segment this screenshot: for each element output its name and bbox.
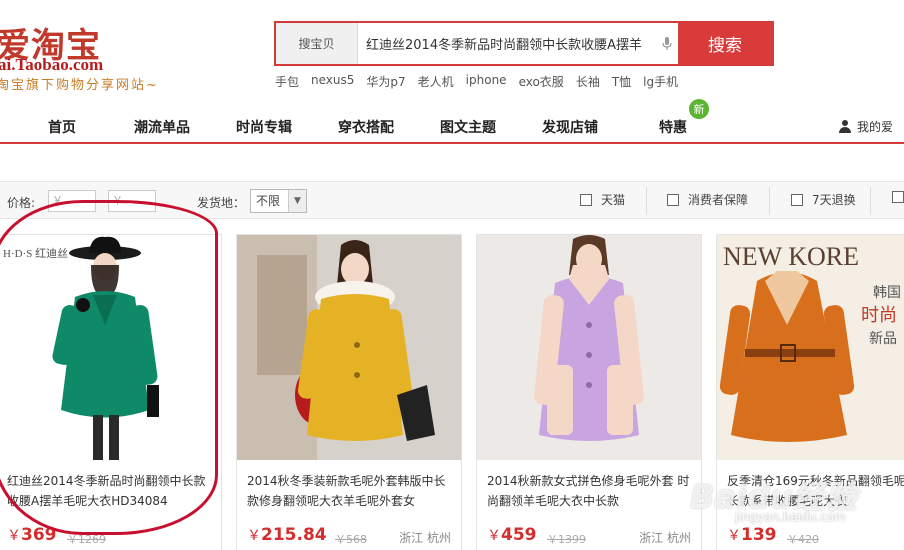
filter-bar: 价格: ￥ - ￥ 发货地： 不限 ▼ 天猫 消费者保障 7天退换 [0,181,904,219]
price-min-input[interactable]: ￥ [48,190,96,212]
main-nav: 首页 潮流单品 时尚专辑 穿衣搭配 图文主题 发现店铺 特惠 [0,108,904,144]
product-image[interactable] [477,235,701,460]
chevron-down-icon: ▼ [288,190,306,212]
filter-tmall-label: 天猫 [601,193,626,207]
hot-tag[interactable]: 长袖 [576,73,600,90]
logo-url: ai.Taobao.com [0,55,104,74]
origin-select-value: 不限 [256,194,281,208]
new-badge: 新 [689,99,709,119]
hot-tag[interactable]: exo衣服 [519,73,564,90]
nav-trend-items[interactable]: 潮流单品 [134,117,190,137]
search-scope-tab[interactable]: 搜宝贝 [276,23,358,64]
nav-home[interactable]: 首页 [48,117,76,137]
product-image[interactable]: H·D·S 红迪丝 [0,235,221,460]
filter-7day-return-label: 7天退换 [812,193,856,207]
banner-side-text: 时尚 [861,305,897,326]
product-title[interactable]: 2014秋冬季装新款毛呢外套韩版中长款修身翻领呢大衣羊毛呢外套女 [247,471,453,511]
checkbox[interactable] [667,193,679,206]
banner-top-text: NEW KORE [723,242,859,271]
filter-consumer-protection[interactable]: 消费者保障 [667,191,748,208]
nav-outfits[interactable]: 穿衣搭配 [338,117,394,137]
product-original-price: ￥1399 [547,533,586,546]
product-card[interactable]: H·D·S 红迪丝 红迪丝2014冬季新品时尚翻领中长款收腰A摆羊毛呢大衣HD3… [0,234,222,550]
watermark-url: jingyan.baidu.com [735,510,846,524]
search-box: 搜宝贝 搜索 [274,21,774,66]
filter-consumer-protection-label: 消费者保障 [688,193,749,207]
product-original-price: ￥1269 [67,533,106,546]
product-image[interactable] [237,235,461,460]
filter-tmall[interactable]: 天猫 [580,191,625,208]
hot-tag[interactable]: iphone [466,73,507,90]
filter-7day-return[interactable]: 7天退换 [791,191,856,208]
microphone-icon[interactable] [656,23,678,64]
product-price: ￥459 [487,525,537,545]
product-title[interactable]: 红迪丝2014冬季新品时尚翻领中长款收腰A摆羊毛呢大衣HD34084 [7,471,213,511]
product-title[interactable]: 2014秋新款女式拼色修身毛呢外套 时尚翻领羊毛呢大衣中长款 [487,471,693,511]
search-button[interactable]: 搜索 [678,23,772,64]
user-label: 我的爱 [857,120,894,134]
product-price: ￥139 [727,525,777,545]
logo-slogan: 淘宝旗下购物分享网站~ [0,78,159,93]
hot-tag[interactable]: 华为p7 [366,73,405,90]
filter-more[interactable] [892,191,904,203]
hot-search-tags: 手包 nexus5 华为p7 老人机 iphone exo衣服 长袖 T恤 lg… [275,73,690,90]
product-card[interactable]: 2014秋新款女式拼色修身毛呢外套 时尚翻领羊毛呢大衣中长款 ￥459 ￥139… [476,234,702,550]
product-price: ￥215.84 [247,525,327,545]
nav-deals[interactable]: 特惠 [659,117,687,137]
checkbox[interactable] [892,191,904,203]
product-location: 浙江 杭州 [639,531,691,545]
page: 爱淘宝 ai.Taobao.com 淘宝旗下购物分享网站~ 搜宝贝 搜索 手包 … [0,0,904,550]
hot-tag[interactable]: lg手机 [643,73,678,90]
product-original-price: ￥420 [787,533,819,546]
hot-tag[interactable]: nexus5 [311,73,354,90]
user-icon [839,120,851,133]
banner-side-text: 韩国 [873,285,901,301]
checkbox[interactable] [580,193,592,206]
hot-tag[interactable]: 手包 [275,73,299,90]
product-image[interactable]: NEW KORE 韩国 时尚 新品 [717,235,904,460]
user-menu[interactable]: 我的爱 [839,118,893,135]
nav-fashion-albums[interactable]: 时尚专辑 [236,117,292,137]
product-price: ￥369 [7,525,57,545]
price-max-input[interactable]: ￥ [108,190,156,212]
hot-tag[interactable]: T恤 [612,73,631,90]
nav-discover-shops[interactable]: 发现店铺 [542,117,598,137]
hot-tag[interactable]: 老人机 [418,73,454,90]
product-location: 浙江 杭州 [399,531,451,545]
origin-label: 发货地： [197,196,246,210]
checkbox[interactable] [791,193,803,206]
divider [646,187,647,215]
brand-tag: H·D·S 红迪丝 [3,247,68,260]
banner-side-text: 新品 [869,331,897,347]
origin-select[interactable]: 不限 ▼ [250,189,307,213]
search-input[interactable] [358,23,656,64]
product-card[interactable]: 2014秋冬季装新款毛呢外套韩版中长款修身翻领呢大衣羊毛呢外套女 ￥215.84… [236,234,462,550]
price-dash: - [100,193,105,207]
price-label: 价格: [7,196,36,210]
divider [870,187,871,215]
product-original-price: ￥568 [335,533,367,546]
nav-topics[interactable]: 图文主题 [440,117,496,137]
divider [769,187,770,215]
